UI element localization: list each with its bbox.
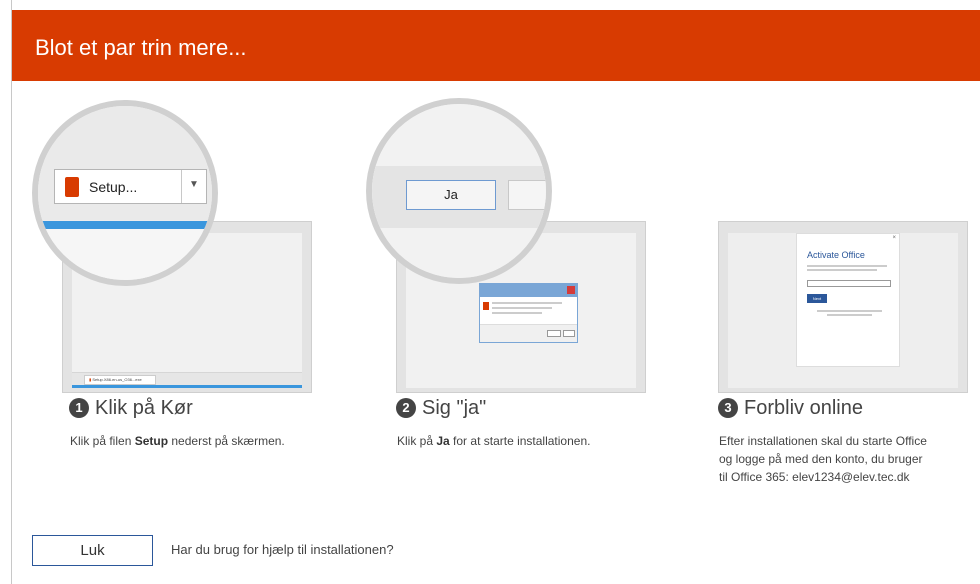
step2-magnifier: Ja (366, 98, 552, 284)
download-item: ▮ Setup.X86.en-us_O36...exe (84, 375, 156, 385)
step2-desc-bold: Ja (436, 434, 450, 448)
account-email: elev1234@elev.tec.dk (792, 470, 910, 484)
download-filename: Setup.X86.en-us_O36...exe (92, 377, 142, 382)
step1-desc-bold: Setup (134, 434, 169, 448)
close-button[interactable]: Luk (32, 535, 153, 566)
activate-title: Activate Office (807, 250, 865, 260)
office-logo-icon (483, 302, 489, 310)
activate-office-window: × Activate Office Next (796, 233, 900, 367)
top-edge (0, 0, 980, 10)
step3-desc-line1: Efter installationen skal du starte Offi… (719, 434, 927, 448)
step2-description: Klik på Ja for at starte installationen. (397, 432, 590, 450)
setup-button: Setup... ▼ (54, 169, 207, 204)
dialog-title: Blot et par trin mere... (35, 35, 247, 60)
step3-desc-line2: og logge på med den konto, du bruger (719, 452, 923, 466)
step3-description: Efter installationen skal du starte Offi… (719, 432, 927, 486)
step1-title: 1 Klik på Kør (69, 397, 193, 420)
install-dialog: Blot et par trin mere... ▮ Setup.X86.en-… (12, 10, 980, 584)
step1-number-badge: 1 (69, 398, 89, 418)
step3-screen: × Activate Office Next (728, 233, 958, 388)
step1-magnifier: Setup... ▼ (32, 100, 218, 286)
background-window-edge (0, 0, 12, 584)
office-icon: ▮ (89, 377, 92, 382)
step3-desc-line3: til Office 365: elev1234@elev.tec.dk (719, 468, 927, 486)
step3-illustration: × Activate Office Next (718, 221, 968, 393)
download-bar-accent (38, 221, 212, 229)
step1-title-text: Klik på Kør (95, 397, 193, 419)
uac-dialog (479, 283, 578, 343)
chevron-down-icon: ▼ (189, 179, 199, 190)
step3-title-text: Forbliv online (744, 397, 863, 419)
step3-title: 3 Forbliv online (718, 397, 863, 420)
activate-next-button: Next (807, 294, 827, 303)
setup-button-label: Setup... (89, 179, 138, 195)
step2-title: 2 Sig "ja" (396, 397, 486, 420)
download-bar: ▮ Setup.X86.en-us_O36...exe (72, 372, 302, 386)
yes-button: Ja (406, 180, 496, 210)
step2-number-badge: 2 (396, 398, 416, 418)
office-logo-icon (65, 177, 79, 197)
step2-desc-suffix: for at starte installationen. (449, 434, 591, 448)
step1-desc-suffix: nederst på skærmen. (168, 434, 285, 448)
no-button (508, 180, 546, 210)
close-icon: × (892, 235, 896, 241)
step3-number-badge: 3 (718, 398, 738, 418)
step1-description: Klik på filen Setup nederst på skærmen. (70, 432, 285, 450)
step2-desc-prefix: Klik på (397, 434, 437, 448)
step1-desc-prefix: Klik på filen (70, 434, 135, 448)
dialog-header: Blot et par trin mere... (12, 10, 980, 81)
download-progress (72, 385, 302, 388)
help-link[interactable]: Har du brug for hjælp til installationen… (171, 542, 394, 557)
step2-title-text: Sig "ja" (422, 397, 487, 419)
step3-desc-line3-prefix: til Office 365: (719, 470, 793, 484)
